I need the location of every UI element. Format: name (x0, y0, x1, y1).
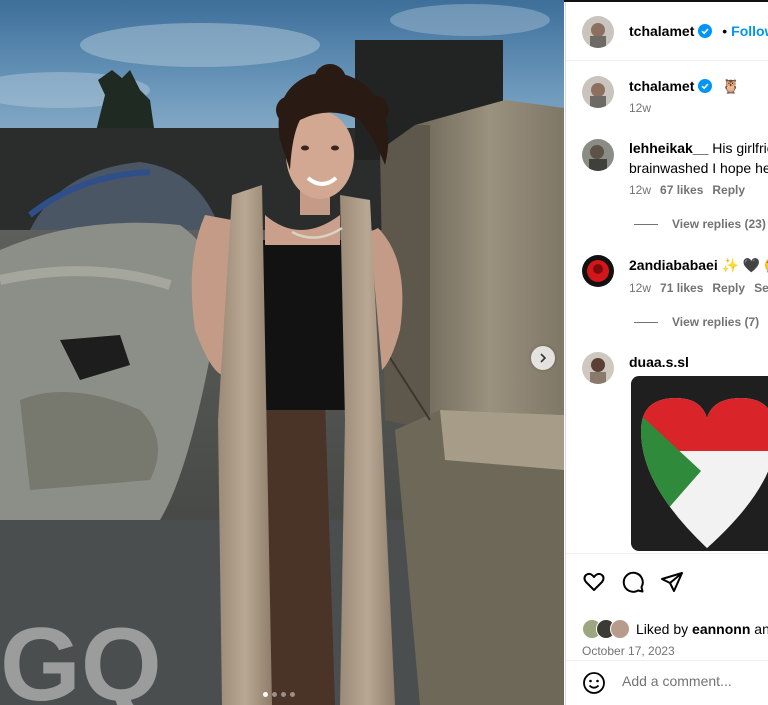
chevron-right-icon (540, 353, 547, 363)
caption-time: 12w (629, 101, 652, 115)
view-replies-line (634, 321, 658, 323)
verified-badge-icon (698, 79, 713, 93)
view-replies-button[interactable]: View replies (7) (634, 315, 759, 329)
comment-meta: 12w 71 likes Reply See (629, 281, 768, 295)
comment-body: 2andiababaei ✨ 🖤 😭 (629, 255, 768, 275)
gq-watermark-logo: GQ (0, 607, 162, 705)
header-separator: • (722, 23, 728, 39)
liked-by-suffix: and (754, 621, 768, 637)
carousel-dot (272, 692, 277, 697)
header-username[interactable]: tchalamet (629, 23, 694, 39)
comment-time: 12w (629, 281, 652, 295)
comment-username[interactable]: 2andiababaei (629, 257, 718, 273)
avatar-image (582, 352, 614, 384)
comment-text-line2: brainwashed I hope he (629, 160, 768, 176)
carousel-indicator (263, 692, 295, 697)
like-button[interactable] (582, 570, 606, 599)
comment-body: lehheikak__ His girlfriend brainwashed I… (629, 138, 768, 178)
comment-avatar[interactable] (582, 139, 614, 171)
carousel-dot (290, 692, 295, 697)
comment-username[interactable]: duaa.s.sl (629, 354, 689, 370)
comment-avatar[interactable] (582, 352, 614, 384)
liked-by: Liked by eannonn and (582, 619, 768, 639)
comment-avatar[interactable] (582, 255, 614, 287)
carousel-next-button[interactable] (531, 346, 555, 370)
comment-likes[interactable]: 67 likes (660, 183, 703, 197)
heart-icon (583, 572, 605, 591)
avatar-image (582, 255, 614, 287)
liked-by-user[interactable]: eannonn (692, 621, 750, 637)
carousel-dot (263, 692, 268, 697)
comment-input[interactable] (620, 672, 768, 690)
view-replies-label: View replies (7) (672, 315, 760, 329)
paper-plane-icon (661, 572, 683, 592)
comment-username[interactable]: lehheikak__ (629, 140, 708, 156)
comment-bubble-icon (622, 571, 644, 593)
liker-avatar[interactable] (610, 619, 630, 639)
comment-time: 12w (629, 183, 652, 197)
comment-button[interactable] (621, 570, 645, 599)
see-translation-button[interactable]: See (754, 281, 768, 295)
emoji-picker-button[interactable] (582, 671, 606, 700)
view-replies-line (634, 223, 658, 225)
svg-text:GQ: GQ (0, 607, 162, 705)
comment-composer (566, 660, 768, 705)
smiley-icon (583, 672, 605, 694)
share-button[interactable] (660, 570, 684, 599)
verified-badge-icon (698, 24, 713, 38)
carousel-dot (281, 692, 286, 697)
photo-scene (0, 0, 564, 705)
comment-meta: 12w 67 likes Reply (629, 183, 754, 197)
avatar-image (582, 16, 614, 48)
author-avatar[interactable] (582, 16, 614, 48)
avatar-image (582, 76, 614, 108)
reply-button[interactable]: Reply (712, 183, 745, 197)
comment-body: duaa.s.sl (629, 352, 689, 372)
caption-emoji: 🦉 (722, 78, 740, 94)
post-side-panel: tchalamet •Follow tchalamet 🦉 12w lehhei… (565, 2, 768, 705)
reply-button[interactable]: Reply (712, 281, 745, 295)
caption-username[interactable]: tchalamet (629, 78, 694, 94)
caption-avatar[interactable] (582, 76, 614, 108)
post-header: tchalamet •Follow (566, 2, 768, 61)
view-replies-button[interactable]: View replies (23) (634, 217, 766, 231)
follow-button[interactable]: Follow (731, 23, 768, 39)
view-replies-label: View replies (23) (672, 217, 766, 231)
comment-likes[interactable]: 71 likes (660, 281, 703, 295)
liked-by-avatars (582, 619, 632, 639)
heart-flag-image (641, 398, 768, 548)
post-photo[interactable]: GQ (0, 0, 564, 705)
comment-emojis: ✨ 🖤 😭 (721, 257, 768, 273)
header-username-row: tchalamet •Follow (629, 23, 768, 39)
avatar-image (582, 139, 614, 171)
comment-text-line1: His girlfriend (712, 140, 768, 156)
post-date[interactable]: October 17, 2023 (582, 644, 675, 658)
comment-image-palestine-heart[interactable] (631, 376, 768, 551)
caption-row: tchalamet 🦉 (629, 78, 740, 95)
liked-by-prefix: Liked by (636, 621, 689, 637)
